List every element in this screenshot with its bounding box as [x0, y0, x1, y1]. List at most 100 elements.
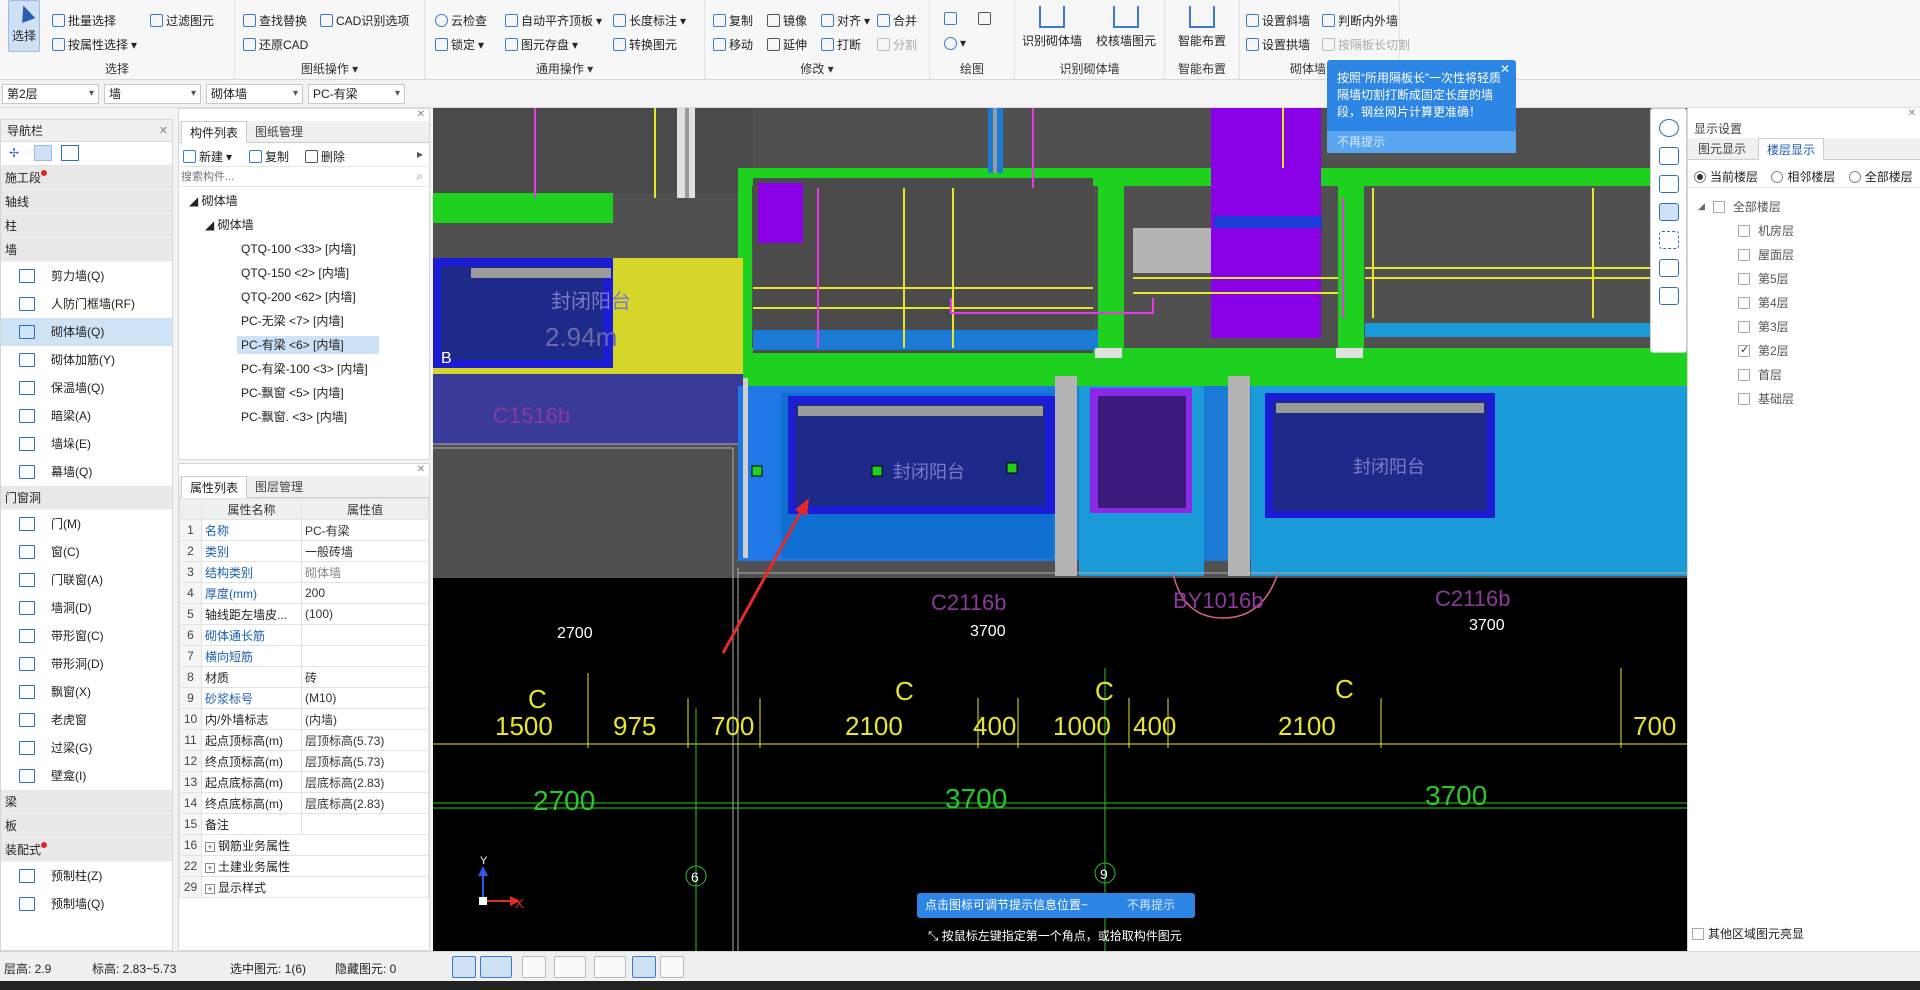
nav-item-strip-window[interactable]: 带形窗(C): [1, 622, 172, 650]
nav-item-bay-window[interactable]: 飘窗(X): [1, 678, 172, 706]
property-value[interactable]: 层顶标高(5.73): [301, 750, 429, 772]
property-value[interactable]: (内墙): [301, 708, 429, 730]
property-value[interactable]: 砌体墙: [301, 561, 429, 583]
ortho-toggle[interactable]: [452, 956, 476, 978]
nav-cat-prefab[interactable]: 装配式: [1, 838, 172, 862]
checkbox[interactable]: [1738, 320, 1750, 333]
property-row[interactable]: 6 砌体通长筋: [179, 624, 429, 646]
extend-button[interactable]: 延伸: [767, 36, 807, 53]
property-value[interactable]: PC-有梁: [301, 519, 429, 541]
floor-item[interactable]: 首层: [1738, 366, 1782, 383]
checkbox[interactable]: [1712, 200, 1725, 213]
batch-select-button[interactable]: 批量选择: [52, 12, 116, 29]
highlight-other-option[interactable]: 其他区域图元亮显: [1692, 925, 1804, 942]
property-value[interactable]: 砖: [301, 666, 429, 688]
checkbox[interactable]: [1692, 927, 1704, 940]
offset-toggle[interactable]: [594, 956, 626, 978]
property-value[interactable]: 200: [301, 582, 429, 604]
set-slant-wall-button[interactable]: 设置斜墙: [1246, 12, 1310, 29]
property-row[interactable]: 5 轴线距左墙皮... (100): [179, 603, 429, 625]
draw-arc-button[interactable]: ▾: [944, 36, 966, 50]
display-mode-icon[interactable]: [1658, 203, 1679, 221]
judge-inout-button[interactable]: 判断内外墙: [1322, 12, 1398, 29]
tree-item[interactable]: PC-飘窗. <3> [内墙]: [241, 408, 347, 426]
nav-item-strip-hole[interactable]: 带形洞(D): [1, 650, 172, 678]
property-row[interactable]: 11 起点顶标高(m) 层顶标高(5.73): [179, 729, 429, 751]
property-row[interactable]: 29 + 显示样式: [179, 876, 429, 898]
view-settings-icon[interactable]: [1658, 287, 1679, 305]
radio-adjacent-floor[interactable]: 相邻楼层: [1771, 168, 1835, 185]
floor-item[interactable]: 屋面层: [1738, 246, 1794, 263]
convert-element-button[interactable]: 转换图元: [613, 36, 677, 53]
position-hint[interactable]: 点击图标可调节提示信息位置~ 不再提示: [917, 893, 1195, 918]
nav-item-niche[interactable]: 壁龛(I): [1, 762, 172, 790]
tree-group[interactable]: ◢ 砌体墙: [205, 216, 254, 234]
property-row[interactable]: 13 起点底标高(m) 层底标高(2.83): [179, 771, 429, 793]
nav-cat-beam[interactable]: 梁: [1, 790, 172, 814]
find-replace-button[interactable]: 查找替换: [243, 12, 307, 29]
new-component-button[interactable]: 新建 ▾: [183, 148, 232, 165]
property-value[interactable]: 层顶标高(5.73): [301, 729, 429, 751]
snap-toggle[interactable]: [480, 956, 512, 978]
property-row[interactable]: 10 内/外墙标志 (内墙): [179, 708, 429, 730]
floor-item[interactable]: 机房层: [1738, 222, 1794, 239]
expand-plus-icon[interactable]: +: [205, 841, 215, 852]
property-row[interactable]: 2 类别 一般砖墙: [179, 540, 429, 562]
panel-close-icon[interactable]: ✕: [417, 464, 425, 475]
tab-floor-display[interactable]: 楼层显示: [1758, 138, 1825, 160]
expand-icon[interactable]: ✢: [9, 146, 19, 160]
property-row[interactable]: 8 材质砖: [179, 666, 429, 688]
zoom-extents-icon[interactable]: [1658, 231, 1679, 249]
tree-item[interactable]: QTQ-200 <62> [内墙]: [241, 288, 356, 306]
draw-line-button[interactable]: [944, 12, 957, 25]
tip-dismiss-link[interactable]: 不再提示: [1327, 131, 1516, 153]
nav-cat-column[interactable]: 柱: [1, 214, 172, 238]
expand-plus-icon[interactable]: +: [205, 862, 215, 873]
tree-item[interactable]: QTQ-100 <33> [内墙]: [241, 240, 356, 258]
pin-icon[interactable]: ✕: [159, 120, 168, 142]
checkbox[interactable]: [1738, 272, 1750, 285]
property-value[interactable]: (M10): [301, 687, 429, 709]
tree-root[interactable]: ◢ 砌体墙: [189, 192, 238, 210]
nav-cat-opening[interactable]: 门窗洞: [1, 486, 172, 510]
close-icon[interactable]: ✕: [1500, 62, 1510, 76]
card-view-icon[interactable]: [61, 145, 79, 161]
checkbox[interactable]: [1738, 368, 1750, 381]
lock-button[interactable]: 锁定 ▾: [435, 36, 484, 53]
property-row[interactable]: 14 终点底标高(m) 层底标高(2.83): [179, 792, 429, 814]
checkbox[interactable]: [1738, 343, 1750, 357]
iso-view-icon[interactable]: [1658, 259, 1679, 277]
nav-item-shear-wall[interactable]: 剪力墙(Q): [1, 262, 172, 290]
tab-drawing-manage[interactable]: 图纸管理: [247, 121, 311, 143]
nav-item-lintel[interactable]: 过梁(G): [1, 734, 172, 762]
hint-dismiss-link[interactable]: 不再提示: [1127, 893, 1175, 918]
component-search-input[interactable]: [181, 169, 406, 185]
floor-item[interactable]: 第3层: [1738, 318, 1789, 335]
radio-all-floor[interactable]: 全部楼层: [1848, 168, 1913, 185]
grip-point[interactable]: [751, 465, 763, 477]
auto-align-button[interactable]: 自动平齐顶板 ▾: [505, 12, 602, 29]
property-value[interactable]: 层底标高(2.83): [301, 771, 429, 793]
nav-item-insulation-wall[interactable]: 保温墙(Q): [1, 374, 172, 402]
more-icon[interactable]: ▸: [417, 147, 423, 161]
nav-item-masonry-wall[interactable]: 砌体墙(Q): [1, 318, 172, 346]
cloud-check-button[interactable]: 云检查: [435, 12, 487, 29]
cad-options-button[interactable]: CAD识别选项: [320, 12, 409, 29]
arc-toggle[interactable]: [660, 956, 684, 978]
search-icon[interactable]: ⌕: [416, 169, 423, 184]
dynamic-input-toggle[interactable]: [632, 956, 656, 978]
checkbox[interactable]: [1738, 248, 1750, 261]
property-row[interactable]: 9 砂浆标号 (M10): [179, 687, 429, 709]
osnap-toggle[interactable]: [522, 956, 546, 978]
nav-item-wall-hole[interactable]: 墙洞(D): [1, 594, 172, 622]
tab-property-list[interactable]: 属性列表: [181, 476, 248, 498]
expand-plus-icon[interactable]: +: [205, 883, 215, 894]
tab-element-display[interactable]: 图元显示: [1690, 138, 1754, 160]
nav-cat-axis[interactable]: 轴线: [1, 190, 172, 214]
nav-item-hidden-beam[interactable]: 暗梁(A): [1, 402, 172, 430]
filter-elements-button[interactable]: 过滤图元: [150, 12, 214, 29]
floor-all[interactable]: ◢ 全部楼层: [1698, 198, 1781, 215]
element-save-button[interactable]: 图元存盘 ▾: [505, 36, 578, 53]
subtype-select[interactable]: 砌体墙: [206, 84, 303, 104]
nav-item-pier[interactable]: 墙垛(E): [1, 430, 172, 458]
